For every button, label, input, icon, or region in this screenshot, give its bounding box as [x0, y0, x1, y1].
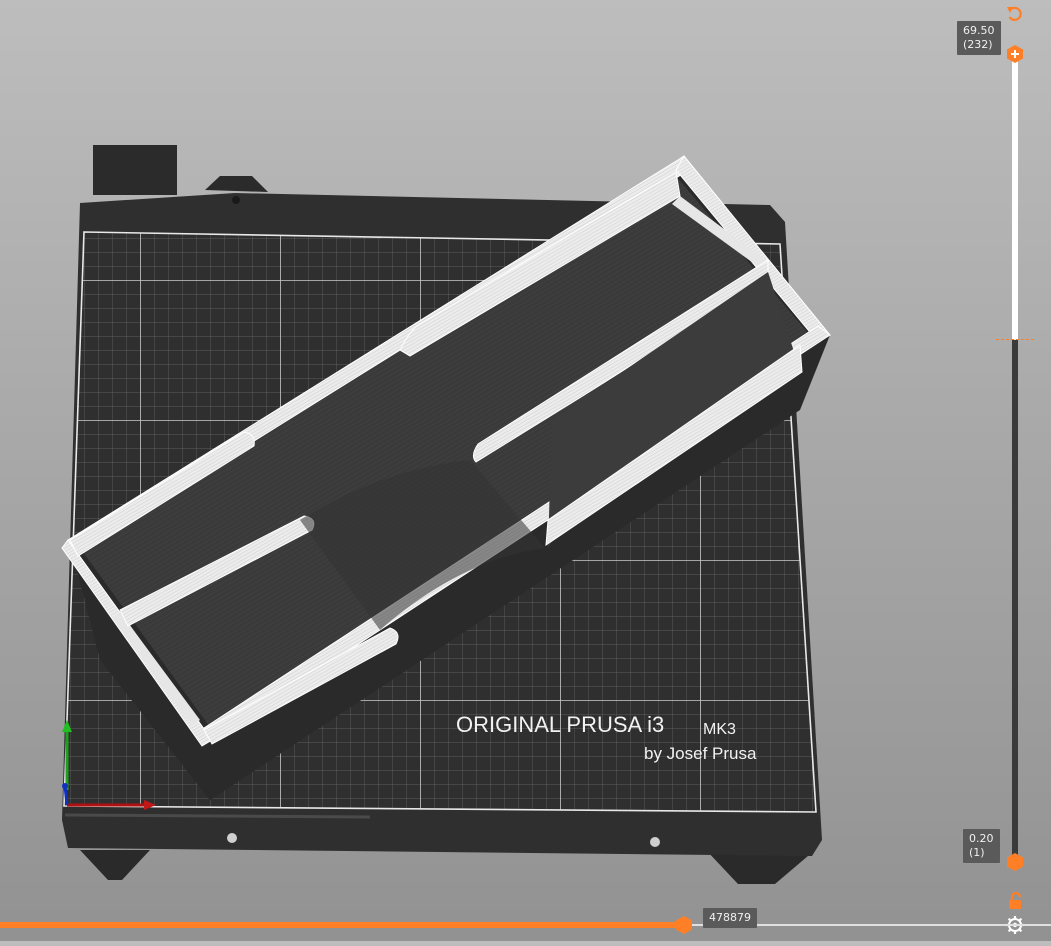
bed-brand-text: ORIGINAL PRUSA i3 [456, 712, 664, 737]
revert-icon[interactable] [1005, 4, 1025, 24]
move-value: 478879 [709, 911, 751, 924]
bed-tab-left [93, 145, 177, 195]
layer-slider-track-unselected[interactable] [1012, 340, 1018, 861]
move-value-tooltip: 478879 [703, 908, 757, 928]
bottom-layer-tooltip: 0.20 (1) [963, 829, 1000, 863]
bed-tab-mid [205, 176, 268, 192]
bottom-thumb[interactable] [1005, 852, 1025, 872]
top-layer-tooltip: 69.50 (232) [957, 21, 1001, 55]
layer-slider-track-selected[interactable] [1012, 54, 1018, 340]
top-thumb[interactable] [1005, 44, 1025, 64]
bed-credit-text: by Josef Prusa [644, 744, 757, 763]
move-thumb[interactable] [674, 915, 694, 935]
top-layer-height: 69.50 [963, 24, 995, 37]
3d-viewport[interactable]: ORIGINAL PRUSA i3 MK3 by Josef Prusa [0, 0, 1051, 941]
bed-edge-line [64, 813, 371, 819]
bed-foot-left [80, 850, 150, 880]
top-layer-number: (232) [963, 38, 993, 51]
axis-origin [62, 783, 68, 789]
bed-hole-bottom-left [227, 833, 237, 843]
bed-hole-bottom-right [650, 837, 660, 847]
bed-hole-top [232, 196, 240, 204]
bed-model-text: MK3 [703, 721, 736, 738]
bottom-layer-number: (1) [969, 846, 985, 859]
bottom-layer-height: 0.20 [969, 832, 994, 845]
3d-scene: ORIGINAL PRUSA i3 MK3 by Josef Prusa [61, 145, 831, 884]
layer-slider-marker [996, 339, 1034, 341]
unlock-icon[interactable] [1005, 891, 1025, 911]
move-slider-track-filled[interactable] [0, 922, 684, 928]
